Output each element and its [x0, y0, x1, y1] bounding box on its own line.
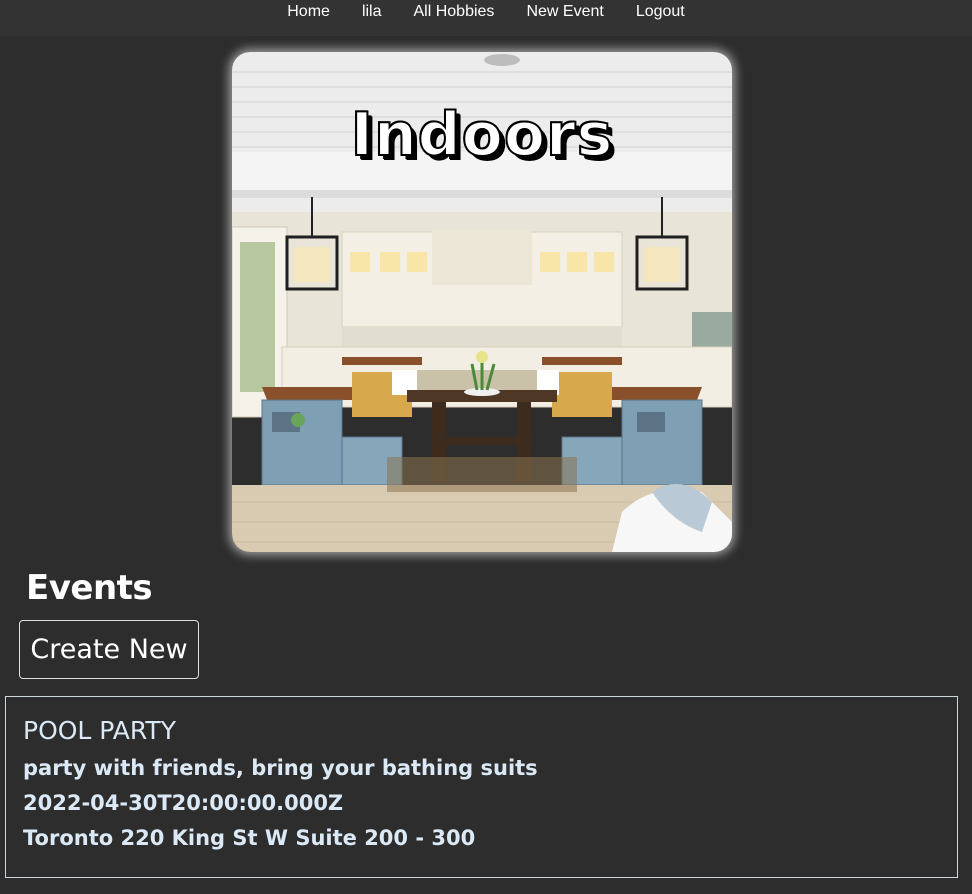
event-location: Toronto 220 King St W Suite 200 - 300 — [23, 826, 476, 850]
nav-link-all-hobbies[interactable]: All Hobbies — [398, 0, 511, 22]
top-navbar: Home lila All Hobbies New Event Logout — [0, 0, 972, 36]
create-new-button[interactable]: Create New — [19, 620, 199, 679]
event-description: party with friends, bring your bathing s… — [23, 756, 538, 780]
hobby-title: Indoors — [350, 99, 614, 171]
event-card[interactable]: POOL PARTY party with friends, bring you… — [5, 696, 958, 878]
events-heading: Events — [26, 568, 153, 608]
event-name: POOL PARTY — [23, 716, 176, 745]
event-date: 2022-04-30T20:00:00.000Z — [23, 791, 344, 815]
nav-link-home[interactable]: Home — [271, 0, 346, 22]
nav-link-logout[interactable]: Logout — [620, 0, 701, 22]
hobby-hero-image: Indoors — [232, 52, 732, 552]
nav-link-user[interactable]: lila — [346, 0, 398, 22]
nav-link-new-event[interactable]: New Event — [510, 0, 619, 22]
